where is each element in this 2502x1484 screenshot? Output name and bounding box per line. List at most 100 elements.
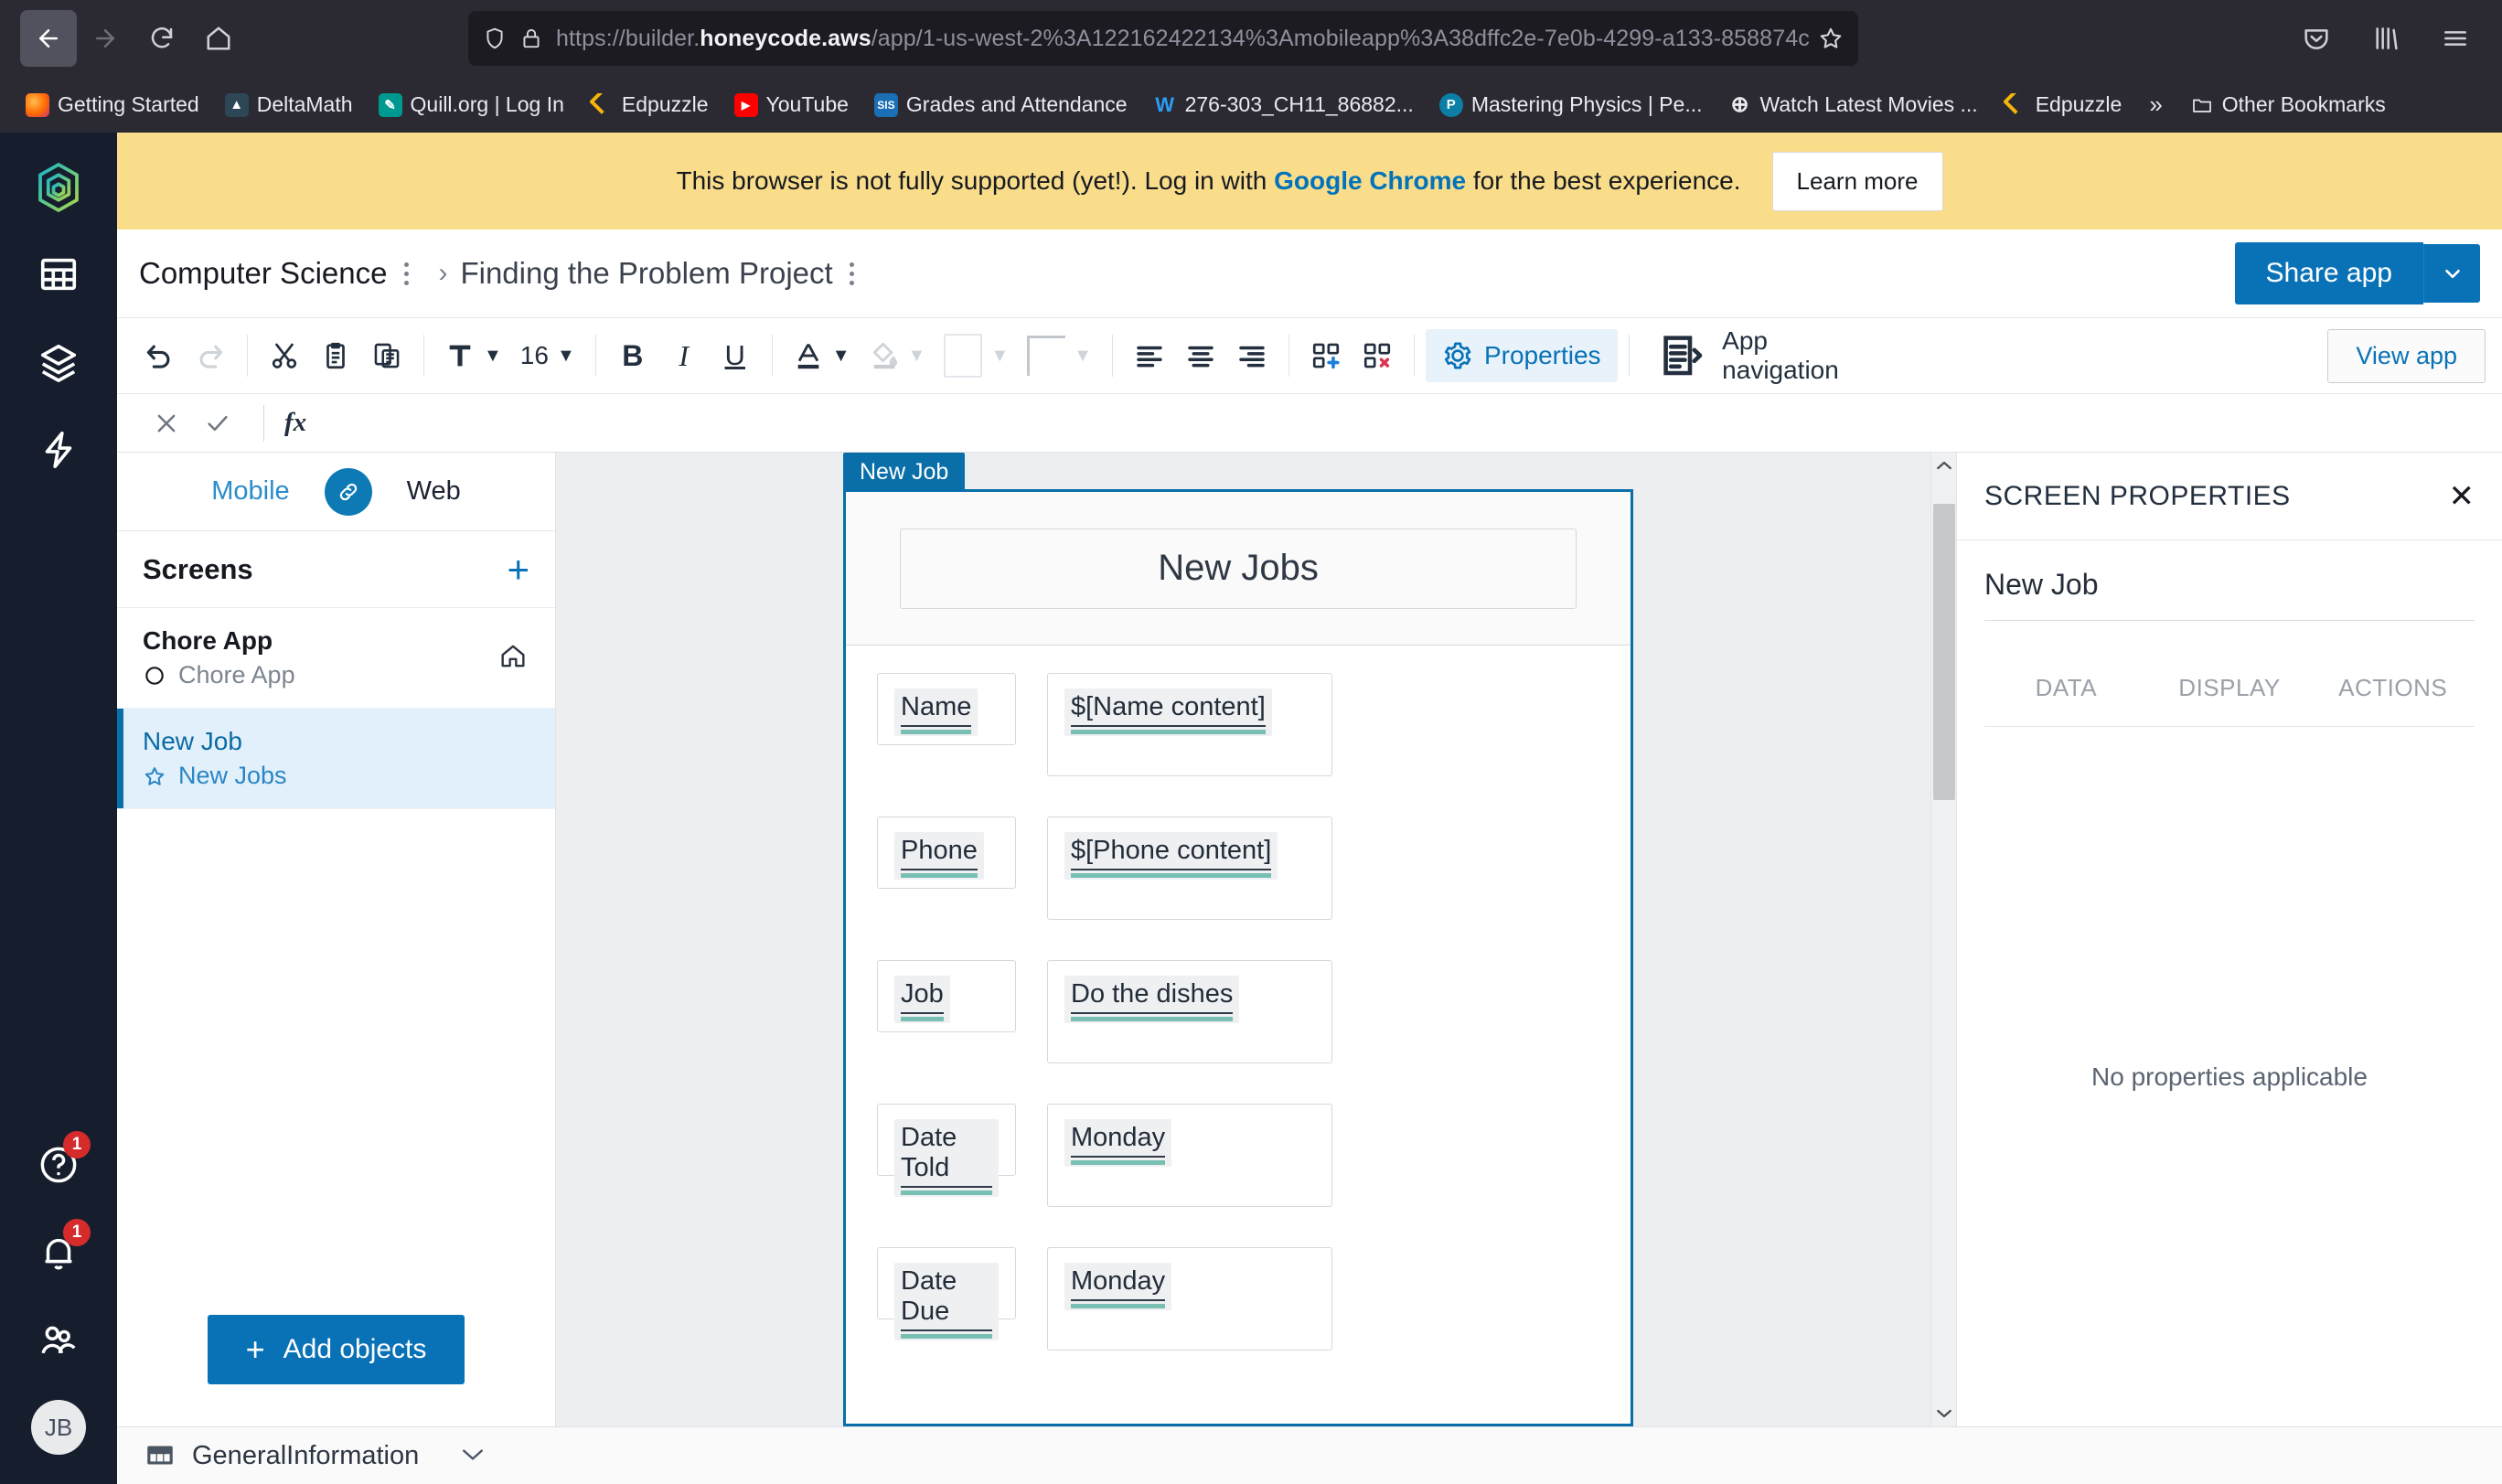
cancel-x-icon[interactable] (141, 401, 192, 445)
platform-mobile-tab[interactable]: Mobile (211, 476, 289, 507)
overflow-glyph: » (2149, 91, 2162, 119)
bookmark-grades-attendance[interactable]: SIS Grades and Attendance (861, 87, 1140, 123)
back-arrow-icon[interactable] (20, 10, 77, 67)
link-chain-icon[interactable] (325, 468, 372, 516)
screen-title-cell[interactable]: New Jobs (900, 528, 1577, 609)
device-preview: New Jobs Name $[Name content] Phone $[Ph… (843, 489, 1633, 1426)
other-bookmarks-folder[interactable]: Other Bookmarks (2177, 87, 2399, 123)
tables-icon[interactable] (30, 246, 87, 303)
workbook-kebab-menu-icon[interactable] (390, 257, 422, 291)
share-app-chevron-down-icon[interactable] (2423, 244, 2480, 303)
app-kebab-menu-icon[interactable] (837, 257, 868, 291)
font-type-icon[interactable]: ▼ (435, 330, 511, 381)
platform-web-tab[interactable]: Web (407, 476, 461, 507)
field-value-cell[interactable]: Monday (1047, 1104, 1332, 1207)
canvas-scrollbar[interactable] (1930, 453, 1956, 1426)
fill-color-icon[interactable]: ▼ (860, 330, 936, 381)
forward-arrow-icon[interactable] (77, 10, 134, 67)
bookmark-quill[interactable]: ✎ Quill.org | Log In (366, 87, 577, 123)
field-value-cell[interactable]: $[Name content] (1047, 673, 1332, 776)
bookmark-star-icon[interactable] (1818, 26, 1844, 51)
sidebar-item-new-job[interactable]: New Job New Jobs (117, 709, 555, 809)
app-rail: 1 1 JB (0, 133, 117, 1484)
screen-name-field-wrap: New Job DATA DISPLAY ACTIONS (1957, 540, 2502, 727)
align-left-icon[interactable] (1124, 330, 1175, 381)
field-value-cell[interactable]: Monday (1047, 1247, 1332, 1351)
undo-icon[interactable] (134, 330, 185, 381)
hamburger-menu-icon[interactable] (2427, 10, 2484, 67)
add-screen-plus-icon[interactable]: + (507, 550, 529, 589)
field-label-cell[interactable]: Job (877, 960, 1016, 1032)
italic-button[interactable]: I (658, 330, 710, 381)
learn-more-button[interactable]: Learn more (1772, 152, 1943, 211)
field-value-cell[interactable]: Do the dishes (1047, 960, 1332, 1063)
bookmark-276-303[interactable]: W 276-303_CH11_86882... (1140, 87, 1427, 123)
app-navigation-button[interactable]: App navigation (1641, 329, 1855, 382)
pocket-icon[interactable] (2288, 10, 2345, 67)
bookmark-mastering-physics[interactable]: P Mastering Physics | Pe... (1427, 87, 1716, 123)
honeycode-logo-icon[interactable] (31, 160, 86, 215)
copy-icon[interactable] (310, 330, 361, 381)
library-icon[interactable] (2358, 10, 2414, 67)
home-icon[interactable] (498, 641, 528, 675)
reload-icon[interactable] (134, 10, 190, 67)
sheet-name[interactable]: GeneralInformation (192, 1441, 419, 1471)
notifications-bell-icon[interactable]: 1 (30, 1224, 87, 1281)
bookmark-getting-started[interactable]: Getting Started (13, 87, 212, 123)
field-label-cell[interactable]: Phone (877, 817, 1016, 889)
add-block-icon[interactable] (1300, 330, 1352, 381)
bold-button[interactable]: B (607, 330, 658, 381)
chevron-down-icon[interactable] (461, 1443, 485, 1468)
redo-icon[interactable] (185, 330, 236, 381)
field-value-cell[interactable]: $[Phone content] (1047, 817, 1332, 920)
scissors-cut-icon[interactable] (259, 330, 310, 381)
url-bar[interactable]: https://builder.honeycode.aws/app/1-us-w… (468, 11, 1858, 66)
tab-data[interactable]: DATA (1984, 659, 2148, 726)
view-app-button[interactable]: View app (2327, 329, 2486, 383)
align-right-icon[interactable] (1226, 330, 1278, 381)
text-color-icon[interactable]: ▼ (784, 330, 860, 381)
chevron-up-icon[interactable] (1931, 453, 1956, 478)
border-style-icon[interactable]: ▼ (1018, 330, 1101, 381)
breadcrumb-app[interactable]: Finding the Problem Project (460, 256, 832, 291)
automations-lightning-icon[interactable] (30, 422, 87, 478)
underline-button[interactable]: U (710, 330, 761, 381)
bookmark-label: Grades and Attendance (906, 92, 1128, 117)
field-label-cell[interactable]: Date Told (877, 1104, 1016, 1176)
breadcrumb-workbook[interactable]: Computer Science (139, 256, 387, 291)
bookmarks-overflow-icon[interactable]: » (2134, 85, 2176, 124)
bookmark-edpuzzle-2[interactable]: 🮤 Edpuzzle (1991, 87, 2135, 123)
scrollbar-thumb[interactable] (1933, 504, 1955, 800)
share-app-button[interactable]: Share app (2235, 242, 2423, 304)
platform-toggle: Mobile Web (117, 453, 555, 531)
google-chrome-link[interactable]: Google Chrome (1274, 166, 1466, 195)
field-label-token: Phone (894, 832, 984, 880)
close-x-icon[interactable]: ✕ (2449, 481, 2475, 512)
field-label-cell[interactable]: Name (877, 673, 1016, 745)
shape-fill-icon[interactable]: ▼ (935, 330, 1018, 381)
font-size-selector[interactable]: 16 ▼ (511, 330, 584, 381)
team-members-icon[interactable] (30, 1312, 87, 1369)
avatar[interactable]: JB (31, 1400, 86, 1455)
sidebar-item-chore-app[interactable]: Chore App Chore App (117, 608, 555, 709)
bookmark-watch-latest-movies[interactable]: ⊕ Watch Latest Movies ... (1716, 87, 1991, 123)
paste-icon[interactable] (361, 330, 412, 381)
home-icon[interactable] (190, 10, 247, 67)
tab-display[interactable]: DISPLAY (2148, 659, 2312, 726)
align-center-icon[interactable] (1175, 330, 1226, 381)
bookmark-deltamath[interactable]: ▲ DeltaMath (212, 87, 366, 123)
help-question-icon[interactable]: 1 (30, 1137, 87, 1193)
add-objects-button[interactable]: + Add objects (208, 1315, 465, 1384)
circle-icon (143, 664, 166, 688)
bookmark-edpuzzle-1[interactable]: 🮤 Edpuzzle (577, 87, 722, 123)
device-tab-label[interactable]: New Job (843, 453, 965, 492)
field-label-cell[interactable]: Date Due (877, 1247, 1016, 1319)
remove-block-icon[interactable] (1352, 330, 1403, 381)
confirm-check-icon[interactable] (192, 401, 243, 445)
layers-builder-icon[interactable] (30, 334, 87, 390)
screen-name-input[interactable]: New Job (1984, 568, 2475, 621)
properties-button[interactable]: Properties (1426, 329, 1618, 382)
chevron-down-icon[interactable] (1931, 1401, 1956, 1426)
tab-actions[interactable]: ACTIONS (2311, 659, 2475, 726)
bookmark-youtube[interactable]: ▶ YouTube (722, 87, 861, 123)
